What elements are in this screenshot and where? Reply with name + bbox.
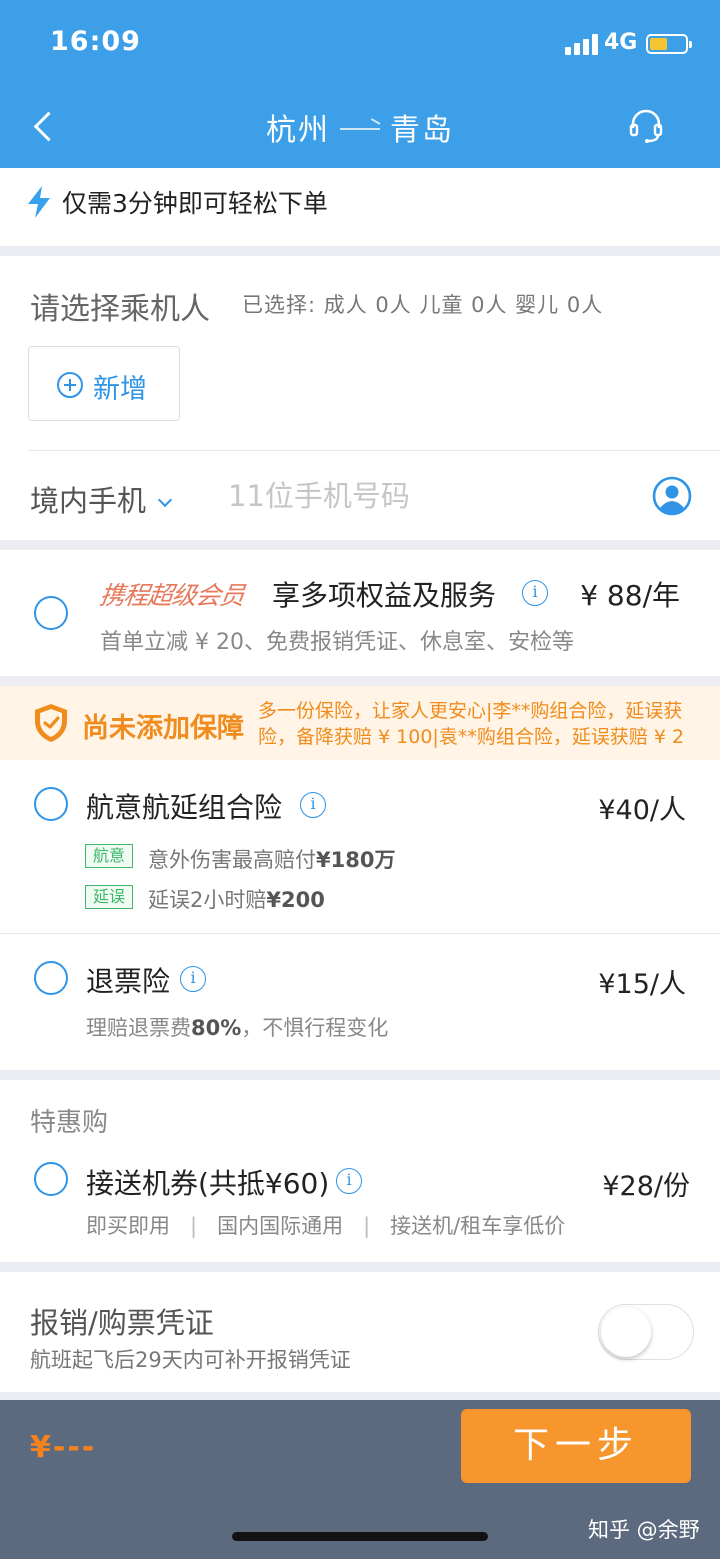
status-bar: 16:09 4G bbox=[0, 0, 720, 88]
tag-delay: 延误 bbox=[85, 885, 133, 909]
destination-city: 青岛 bbox=[390, 113, 454, 148]
lightning-icon bbox=[28, 186, 50, 218]
airport-transfer-features: 即买即用 | 国内国际通用 | 接送机/租车享低价 bbox=[86, 1210, 565, 1240]
divider bbox=[28, 450, 720, 451]
airport-transfer-price: ¥28/份 bbox=[602, 1171, 690, 1202]
combo-insurance-price: ¥40/人 bbox=[598, 795, 686, 826]
insurance-warning-title: 尚未添加保障 bbox=[82, 713, 244, 744]
membership-title: 享多项权益及服务 bbox=[272, 579, 497, 612]
origin-city: 杭州 bbox=[266, 113, 330, 148]
membership-logo: 携程超级会员 bbox=[97, 581, 246, 610]
add-passenger-label: 新增 bbox=[93, 374, 147, 405]
passenger-section: 请选择乘机人 已选择: 成人 0人 儿童 0人 婴儿 0人 新增 境内手机 bbox=[0, 256, 720, 540]
add-passenger-button[interactable]: 新增 bbox=[28, 346, 180, 421]
battery-icon bbox=[646, 34, 692, 54]
home-indicator[interactable] bbox=[232, 1532, 488, 1541]
notice-text: 仅需3分钟即可轻松下单 bbox=[62, 189, 328, 218]
insurance-warning-line: 险，备降获赔 ¥ 100|袁**购组合险，延误获赔 ¥ 2 bbox=[258, 726, 685, 748]
invoice-section: 报销/购票凭证 航班起飞后29天内可补开报销凭证 bbox=[0, 1272, 720, 1392]
plus-circle-icon bbox=[57, 372, 83, 398]
detail-text: 理赔退票费 bbox=[86, 1016, 191, 1040]
tag-accident: 航意 bbox=[85, 844, 133, 868]
membership-section: 携程超级会员 享多项权益及服务 i ¥ 88/年 首单立减 ¥ 20、免费报销凭… bbox=[0, 550, 720, 676]
network-type: 4G bbox=[604, 30, 638, 55]
airport-transfer-radio[interactable] bbox=[34, 1162, 68, 1196]
refund-insurance-name: 退票险 bbox=[86, 965, 171, 998]
detail-text: 意外伤害最高赔付 bbox=[148, 848, 316, 872]
detail-value: ¥200 bbox=[266, 888, 325, 912]
combo-insurance-radio[interactable] bbox=[34, 787, 68, 821]
phone-number-input[interactable] bbox=[228, 474, 608, 518]
invoice-toggle[interactable] bbox=[598, 1304, 694, 1360]
membership-price: ¥ 88/年 bbox=[580, 579, 680, 612]
contact-icon[interactable] bbox=[652, 476, 692, 516]
separator: | bbox=[363, 1214, 371, 1238]
info-icon[interactable]: i bbox=[522, 580, 548, 606]
info-icon[interactable]: i bbox=[300, 792, 326, 818]
membership-desc: 首单立减 ¥ 20、免费报销凭证、休息室、安检等 bbox=[100, 630, 574, 655]
shield-icon bbox=[35, 704, 67, 742]
route-title: 杭州 青岛 bbox=[0, 105, 720, 149]
divider bbox=[0, 933, 720, 934]
combo-insurance-name: 航意航延组合险 bbox=[86, 791, 283, 824]
detail-value: 80% bbox=[191, 1016, 242, 1040]
feature-text: 即买即用 bbox=[86, 1214, 170, 1238]
detail-value: ¥180万 bbox=[316, 848, 396, 872]
detail-text: 延误2小时赔 bbox=[148, 888, 267, 912]
status-time: 16:09 bbox=[50, 26, 141, 57]
phone-region-label: 境内手机 bbox=[30, 484, 147, 518]
signal-icon bbox=[565, 33, 599, 55]
toggle-knob bbox=[601, 1307, 651, 1357]
detail-text: ，不惧行程变化 bbox=[241, 1016, 389, 1040]
invoice-desc: 航班起飞后29天内可补开报销凭证 bbox=[30, 1348, 351, 1372]
combo-detail-delay: 延误2小时赔¥200 bbox=[148, 884, 325, 914]
separator: | bbox=[190, 1214, 198, 1238]
membership-radio[interactable] bbox=[34, 596, 68, 630]
next-step-button[interactable]: 下一步 bbox=[461, 1409, 691, 1483]
invoice-title: 报销/购票凭证 bbox=[30, 1306, 214, 1340]
info-icon[interactable]: i bbox=[180, 966, 206, 992]
top-navigation-bar: 16:09 4G 杭州 青岛 bbox=[0, 0, 720, 168]
refund-insurance-radio[interactable] bbox=[34, 961, 68, 995]
feature-text: 国内国际通用 bbox=[217, 1214, 344, 1238]
refund-insurance-desc: 理赔退票费80%，不惧行程变化 bbox=[86, 1012, 388, 1042]
phone-region-select[interactable]: 境内手机 bbox=[30, 478, 173, 520]
airport-transfer-name: 接送机券(共抵¥60) bbox=[86, 1167, 330, 1200]
info-icon[interactable]: i bbox=[336, 1168, 362, 1194]
headset-icon[interactable] bbox=[626, 106, 666, 146]
refund-insurance-price: ¥15/人 bbox=[598, 969, 686, 1000]
chevron-down-icon bbox=[157, 492, 173, 508]
deals-title: 特惠购 bbox=[30, 1108, 109, 1138]
insurance-section: 航意航延组合险 i ¥40/人 航意 意外伤害最高赔付¥180万 延误 延误2小… bbox=[0, 760, 720, 1070]
passenger-selected-summary: 已选择: 成人 0人 儿童 0人 婴儿 0人 bbox=[242, 293, 604, 317]
total-price: ¥--- bbox=[30, 1430, 97, 1465]
watermark-text: 知乎 @余野 bbox=[588, 1518, 700, 1542]
deals-section: 特惠购 接送机券(共抵¥60) i ¥28/份 即买即用 | 国内国际通用 | 接送机/… bbox=[0, 1080, 720, 1262]
feature-text: 接送机/租车享低价 bbox=[390, 1214, 566, 1238]
passenger-title: 请选择乘机人 bbox=[30, 292, 210, 327]
route-arrow-icon bbox=[340, 127, 380, 130]
insurance-warning-line: 多一份保险，让家人更安心|李**购组合险，延误获 bbox=[258, 700, 683, 722]
combo-detail-accident: 意外伤害最高赔付¥180万 bbox=[148, 844, 395, 874]
insurance-warning-text: 多一份保险，让家人更安心|李**购组合险，延误获 险，备降获赔 ¥ 100|袁*… bbox=[258, 698, 720, 750]
